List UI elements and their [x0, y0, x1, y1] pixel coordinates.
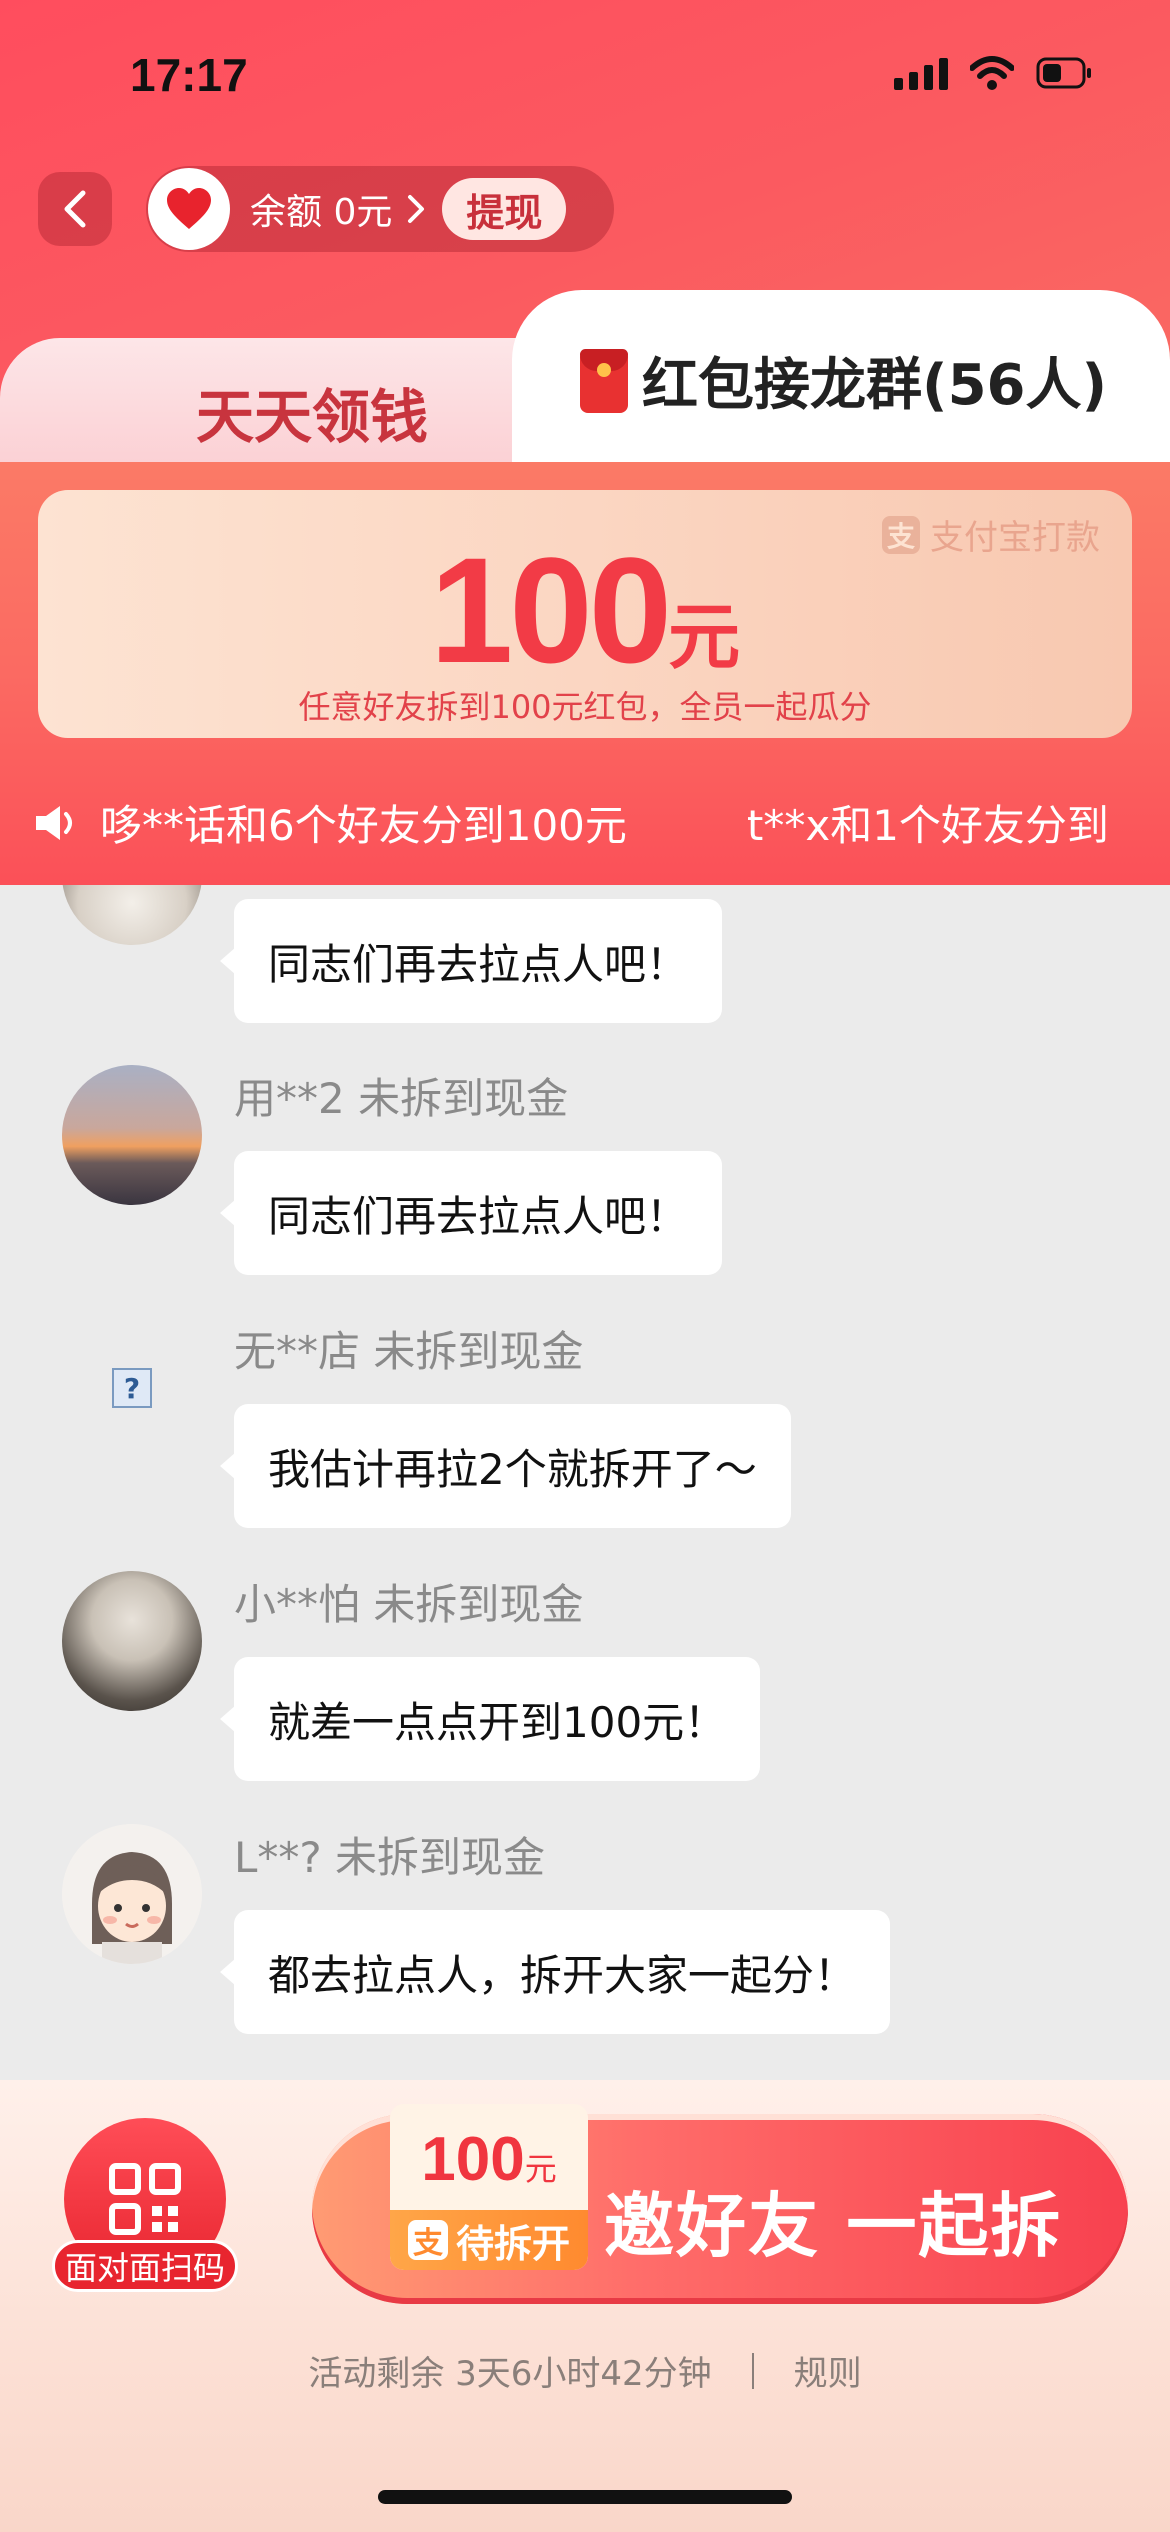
- avatar[interactable]: [62, 1065, 202, 1205]
- pending-unit: 元: [524, 2150, 557, 2188]
- chevron-left-icon: [64, 190, 86, 228]
- red-packet-icon: [580, 348, 628, 413]
- username: 小**怕 未拆到现金: [234, 1580, 584, 1629]
- pending-number: 100: [421, 2125, 525, 2194]
- message-bubble: 就差一点点开到100元！: [219, 1657, 761, 1781]
- prize-unit: 元: [668, 595, 741, 679]
- back-button[interactable]: [38, 172, 112, 246]
- pending-status-label: 待拆开: [455, 2221, 570, 2266]
- group-name: 红包接龙群(56人): [642, 353, 1108, 418]
- rules-link[interactable]: 规则: [794, 2346, 862, 2395]
- chevron-right-icon: [406, 193, 426, 225]
- countdown-row: 活动剩余 3天6小时42分钟 规则: [0, 2346, 1170, 2395]
- ticker-message: 哆**话和6个好友分到100元: [100, 800, 627, 850]
- invite-label: 邀好友 一起拆: [604, 2185, 1063, 2267]
- balance-amount: 0: [333, 192, 357, 233]
- prize-description: 任意好友拆到100元红包，全员一起瓜分: [298, 688, 872, 726]
- message-bubble: 同志们再去拉点人吧！: [219, 1151, 723, 1275]
- avatar[interactable]: [62, 1571, 202, 1711]
- wifi-icon: [970, 56, 1014, 90]
- broken-image-icon: ?: [112, 1368, 152, 1408]
- pending-amount: 100元: [390, 2124, 588, 2195]
- tab-red-packet-group-label[interactable]: 红包接龙群(56人): [580, 340, 1107, 421]
- announcement-ticker: 哆**话和6个好友分到100元 t**x和1个好友分到: [34, 790, 1170, 854]
- prize-number: 100: [429, 526, 672, 694]
- scan-label: 面对面扫码: [52, 2240, 238, 2292]
- cartoon-girl-avatar: [62, 1824, 202, 1964]
- invite-friends-button[interactable]: 100元 支 待拆开 邀好友 一起拆: [312, 2104, 1128, 2304]
- status-time: 17:17: [130, 49, 248, 101]
- heart-icon: [148, 168, 230, 250]
- username: 无**店 未拆到现金: [234, 1327, 584, 1376]
- balance-prefix: 余额: [250, 192, 323, 233]
- pending-status: 支 待拆开: [390, 2210, 588, 2270]
- message-bubble: 我估计再拉2个就拆开了～: [220, 1404, 791, 1528]
- balance-text: 余额 0元: [250, 183, 392, 235]
- battery-icon: [1036, 57, 1092, 89]
- balance-pill[interactable]: 余额 0元 提现: [146, 166, 614, 252]
- signal-icon: [894, 56, 948, 90]
- alipay-icon: 支: [407, 2220, 448, 2261]
- avatar[interactable]: [62, 1824, 202, 1964]
- countdown-text: 活动剩余 3天6小时42分钟: [308, 2354, 712, 2394]
- avatar[interactable]: ?: [62, 1318, 202, 1458]
- divider: [751, 2352, 754, 2389]
- username: L**? 未拆到现金: [234, 1833, 546, 1882]
- tab-daily-money-label[interactable]: 天天领钱: [196, 370, 428, 454]
- message-bubble: 同志们再去拉点人吧！: [219, 899, 723, 1023]
- withdraw-button[interactable]: 提现: [442, 178, 567, 240]
- face-to-face-scan-button[interactable]: 面对面扫码: [52, 2118, 238, 2304]
- message-bubble: 都去拉点人，拆开大家一起分！: [219, 1910, 891, 2034]
- avatar[interactable]: [62, 885, 202, 945]
- header: 17:17 余额 0元 提现 天天领钱 红包接龙群(56人) 支 支付宝打款 1…: [0, 0, 1170, 885]
- prize-amount: 100元: [38, 524, 1132, 697]
- balance-unit: 元: [356, 192, 393, 233]
- speaker-icon: [36, 806, 72, 840]
- home-indicator[interactable]: [378, 2490, 792, 2504]
- username: 用**2 未拆到现金: [234, 1074, 569, 1123]
- prize-card: 支 支付宝打款 100元 任意好友拆到100元红包，全员一起瓜分: [38, 490, 1132, 738]
- pending-amount-card: 100元 支 待拆开: [390, 2104, 588, 2270]
- status-icons: [894, 56, 1092, 90]
- ticker-message: t**x和1个好友分到: [746, 800, 1109, 850]
- chat-list[interactable]: 同志们再去拉点人吧！ 用**2 未拆到现金 同志们再去拉点人吧！ ? 无**店 …: [0, 885, 1170, 2080]
